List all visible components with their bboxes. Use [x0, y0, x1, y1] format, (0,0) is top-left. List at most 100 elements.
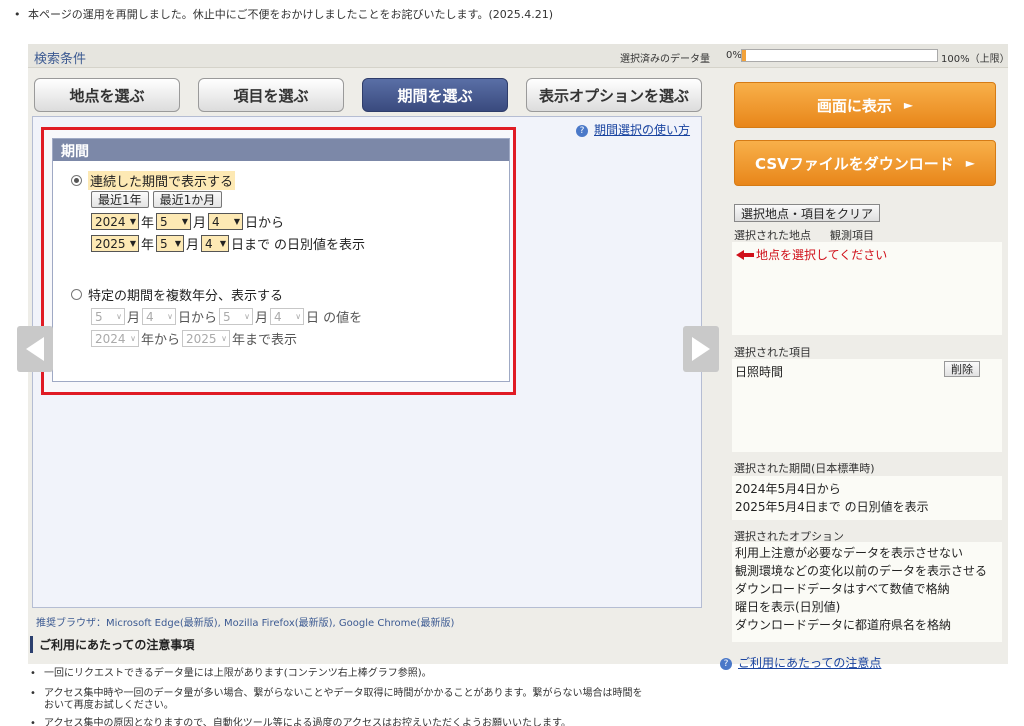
delete-item-button[interactable]: 削除	[944, 361, 980, 377]
help-icon: ?	[720, 658, 732, 670]
tab-select-item[interactable]: 項目を選ぶ	[198, 78, 344, 112]
selected-option: ダウンロードデータに都道府県名を格納	[735, 618, 952, 632]
selected-station-label: 選択された地点	[734, 229, 811, 242]
chevron-down-icon: ∨	[244, 312, 251, 321]
period-content: ? 期間選択の使い方 期間 連続した期間で表示する 最近1年 最近1か月 2024…	[32, 116, 702, 608]
tab-select-station[interactable]: 地点を選ぶ	[34, 78, 180, 112]
show-on-screen-label: 画面に表示	[816, 96, 892, 115]
usage-notes-link-text: ご利用にあたっての注意点	[738, 656, 882, 670]
selected-option: 利用上注意が必要なデータを表示させない	[735, 546, 964, 560]
selected-period-box: 2024年5月4日から 2025年5月4日まで の日別値を表示	[732, 476, 1002, 520]
option-multi-year[interactable]: 特定の期間を複数年分、表示する	[71, 285, 283, 304]
selected-station-box: 地点を選択してください	[732, 242, 1002, 335]
note-item: • 一回にリクエストできるデータ量には上限があります(コンテンツ右上棒グラフ参照)…	[30, 668, 432, 679]
multi-value-suffix: の値を	[323, 311, 363, 326]
period-help-link[interactable]: ? 期間選択の使い方	[576, 121, 690, 138]
selected-period-line: 2025年5月4日まで の日別値を表示	[735, 500, 929, 514]
selected-items-label: 選択された項目	[734, 346, 811, 359]
last-year-button[interactable]: 最近1年	[91, 191, 149, 208]
usage-notes-link[interactable]: ? ご利用にあたっての注意点	[720, 654, 881, 671]
notes-title: ご利用にあたっての注意事項	[30, 636, 194, 653]
from-year-value: 2024	[95, 214, 126, 229]
arrow-right-icon	[692, 337, 710, 361]
selected-period-line: 2024年5月4日から	[735, 482, 841, 496]
period-highlight-frame: 期間 連続した期間で表示する 最近1年 最近1か月 2024 ▼ 年 5 ▼ 月 4…	[41, 127, 516, 395]
from-date-row: 2024 ▼ 年 5 ▼ 月 4 ▼ 日から	[91, 212, 286, 231]
to-month-select[interactable]: 5 ▼	[156, 235, 185, 252]
panel-title: 検索条件	[34, 52, 87, 67]
to-date-row: 2025 ▼ 年 5 ▼ 月 4 ▼ 日まで の日別値を表示	[91, 234, 367, 253]
data-amount-label: 選択済みのデータ量	[620, 54, 710, 65]
from-day-unit: 日から	[245, 216, 285, 231]
multi-to-day-select[interactable]: 4 ∨	[270, 308, 305, 325]
chevron-down-icon: ∨	[167, 312, 174, 321]
panel-header: 検索条件 選択済みのデータ量 0% 100%（上限）	[28, 44, 1010, 68]
option-continuous[interactable]: 連続した期間で表示する	[71, 171, 236, 190]
multi-to-day-unit: 日	[306, 311, 320, 326]
multi-from-year-select[interactable]: 2024 ∨	[91, 330, 139, 347]
multi-from-month-select[interactable]: 5 ∨	[91, 308, 125, 325]
multi-from-year-value: 2024	[95, 331, 126, 346]
selected-period-label: 選択された期間(日本標準時)	[734, 462, 875, 475]
arrow-left-icon	[736, 249, 744, 260]
chevron-down-icon: ▼	[174, 239, 182, 248]
multi-from-year-unit: 年から	[141, 333, 181, 348]
data-amount-min: 0%	[726, 50, 742, 61]
tab-display-options[interactable]: 表示オプションを選ぶ	[526, 78, 702, 112]
multi-to-day-value: 4	[274, 309, 282, 324]
multi-from-day-select[interactable]: 4 ∨	[142, 308, 177, 325]
to-day-select[interactable]: 4 ▼	[201, 235, 230, 252]
prev-step-button[interactable]	[17, 326, 53, 372]
data-amount-fill	[742, 50, 746, 61]
to-year-value: 2025	[95, 236, 126, 251]
to-month-value: 5	[160, 236, 168, 251]
notice-text: 本ページの運用を再開しました。休止中にご不便をおかけしましたことをお詫びいたしま…	[28, 8, 554, 21]
from-month-select[interactable]: 5 ▼	[156, 213, 192, 230]
tab-select-period[interactable]: 期間を選ぶ	[362, 78, 508, 112]
period-header: 期間	[53, 139, 509, 161]
from-day-select[interactable]: 4 ▼	[208, 213, 244, 230]
multi-year-range-row: 2024 ∨ 年から 2025 ∨ 年まで表示	[91, 329, 299, 348]
multi-from-month-value: 5	[95, 309, 103, 324]
chevron-down-icon: ∨	[221, 334, 228, 343]
to-day-value: 4	[205, 236, 213, 251]
selected-items-box: 日照時間 削除	[732, 359, 1002, 452]
radio-multi-year[interactable]	[71, 289, 82, 300]
search-panel: 検索条件 選択済みのデータ量 0% 100%（上限） 地点を選ぶ 項目を選ぶ 期…	[28, 44, 1010, 664]
multi-from-day-value: 4	[146, 309, 154, 324]
option-multi-year-label[interactable]: 特定の期間を複数年分、表示する	[88, 285, 283, 304]
multi-to-month-select[interactable]: 5 ∨	[219, 308, 254, 325]
multi-to-year-select[interactable]: 2025 ∨	[182, 330, 231, 347]
radio-continuous[interactable]	[71, 175, 82, 186]
selected-options-box: 利用上注意が必要なデータを表示させない 観測環境などの変化以前のデータを表示させ…	[732, 542, 1002, 642]
clear-selection-button[interactable]: 選択地点・項目をクリア	[734, 204, 881, 222]
from-year-unit: 年	[141, 216, 155, 231]
multi-from-day-unit: 日から	[178, 311, 218, 326]
selected-option: 観測環境などの変化以前のデータを表示させる	[735, 564, 988, 578]
station-warning: 地点を選択してください	[732, 242, 1002, 263]
arrow-left-icon	[26, 337, 44, 361]
to-year-unit: 年	[141, 238, 155, 253]
show-on-screen-button[interactable]: 画面に表示 ►	[734, 82, 996, 128]
last-month-button[interactable]: 最近1か月	[152, 191, 223, 208]
note-item-continued: おいて再度お試しください。	[44, 700, 174, 711]
csv-download-button[interactable]: CSVファイルをダウンロード ►	[734, 140, 996, 186]
side-panel: 画面に表示 ► CSVファイルをダウンロード ► 選択地点・項目をクリア 選択された…	[718, 74, 1008, 644]
chevron-down-icon: ▼	[129, 239, 136, 248]
chevron-down-icon: ∨	[116, 312, 122, 321]
multi-to-year-value: 2025	[186, 331, 217, 346]
next-step-button[interactable]	[683, 326, 719, 372]
from-year-select[interactable]: 2024 ▼	[91, 213, 139, 230]
quick-range-row: 最近1年 最近1か月	[91, 191, 226, 208]
period-box: 期間 連続した期間で表示する 最近1年 最近1か月 2024 ▼ 年 5 ▼ 月 4…	[52, 138, 510, 382]
arrow-shaft	[744, 252, 754, 257]
play-icon: ►	[903, 98, 914, 112]
data-amount-max: 100%（上限）	[941, 54, 1010, 65]
from-day-value: 4	[212, 214, 220, 229]
to-year-select[interactable]: 2025 ▼	[91, 235, 139, 252]
data-amount-bar	[741, 49, 938, 62]
option-continuous-label[interactable]: 連続した期間で表示する	[88, 171, 236, 190]
selected-option: ダウンロードデータはすべて数値で格納	[735, 582, 950, 596]
chevron-down-icon: ▼	[181, 217, 189, 226]
observation-item-label: 観測項目	[830, 229, 874, 242]
